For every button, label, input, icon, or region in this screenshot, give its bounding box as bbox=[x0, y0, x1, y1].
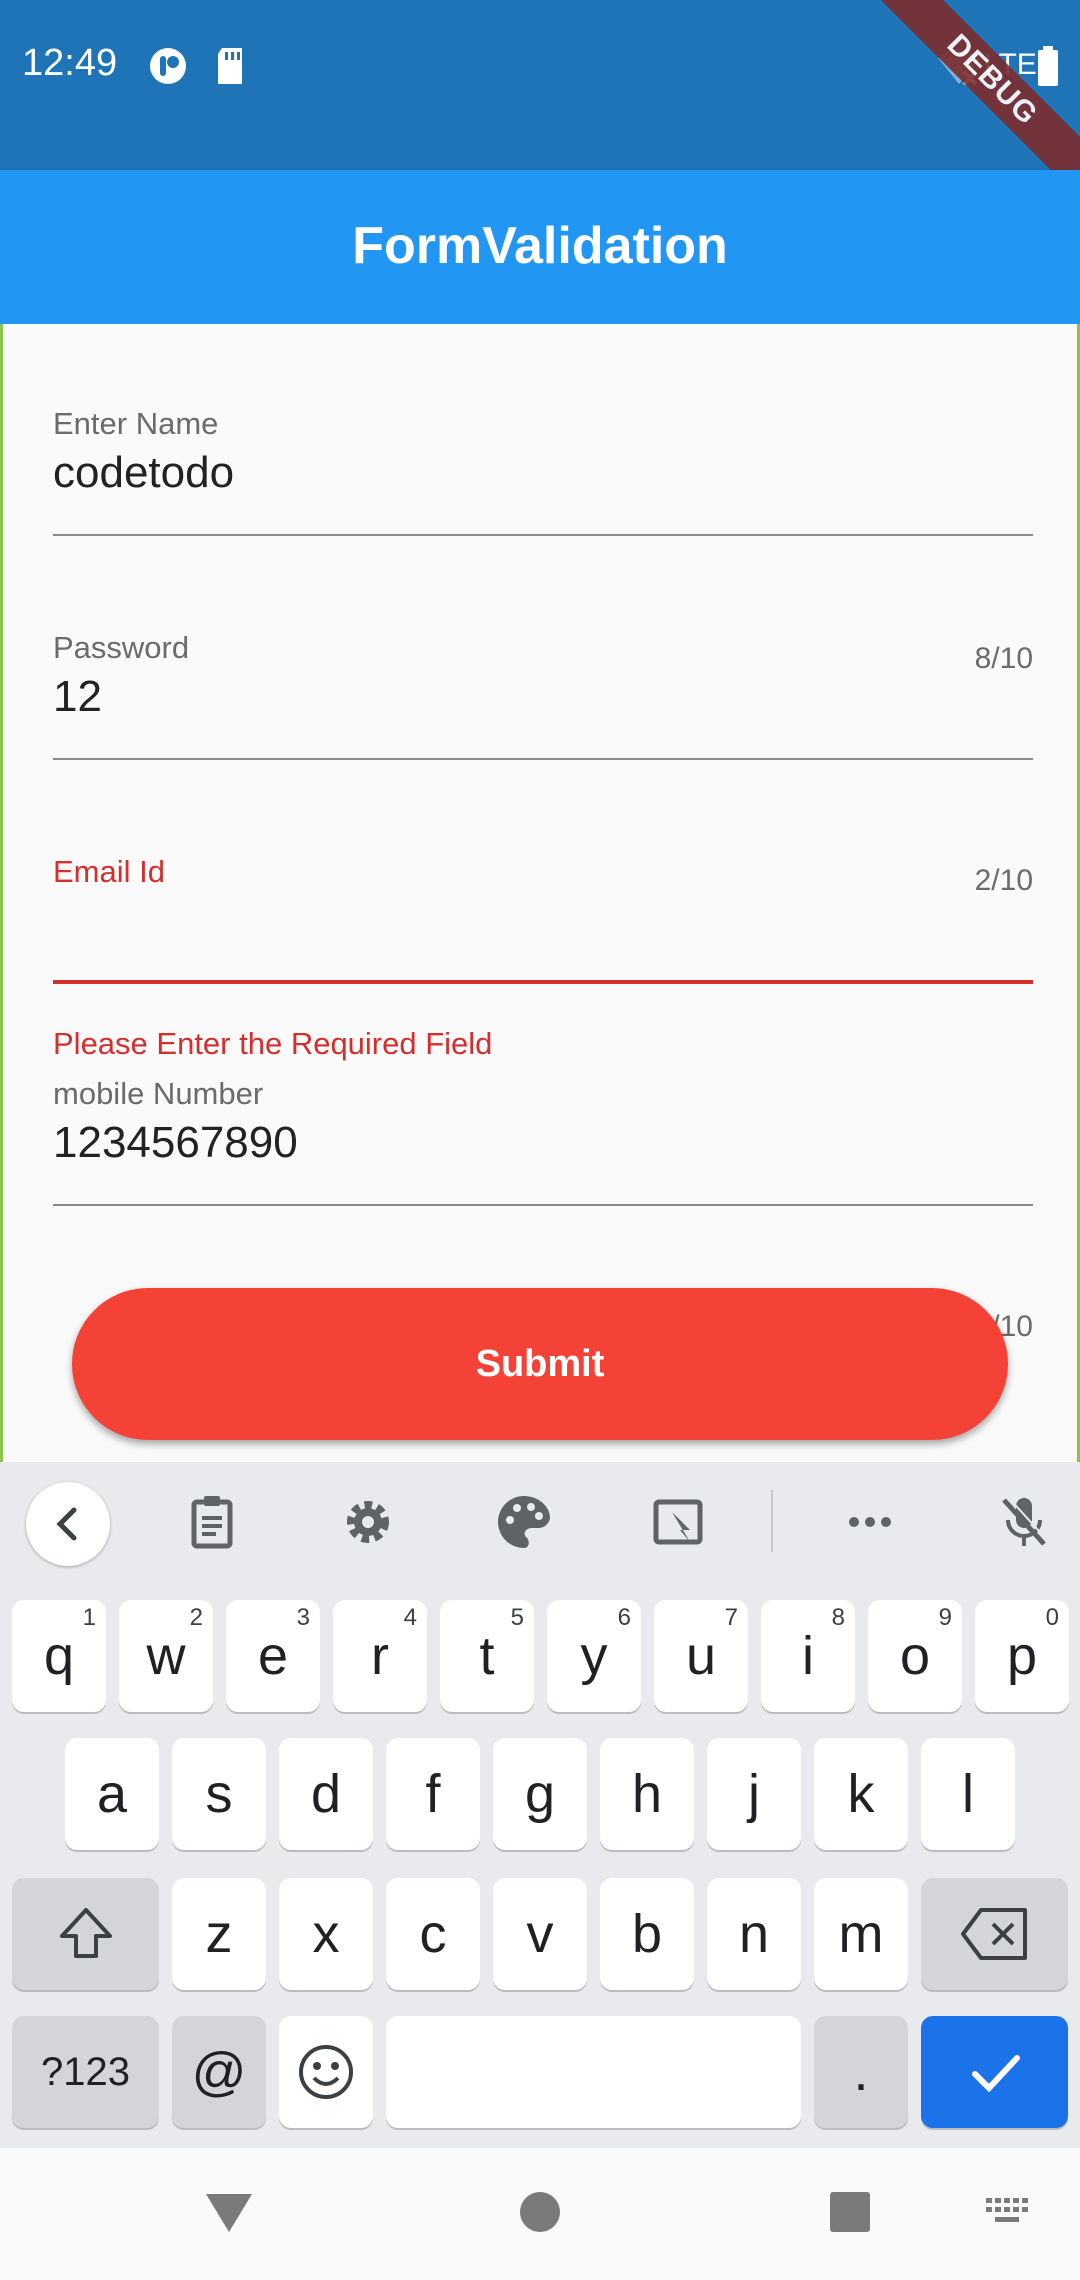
key-n[interactable]: n bbox=[707, 1878, 801, 1990]
backspace-key[interactable] bbox=[921, 1878, 1068, 1990]
floating-keyboard-icon[interactable] bbox=[646, 1490, 710, 1554]
mobile-field-label: mobile Number bbox=[53, 1076, 264, 1111]
key-a[interactable]: a bbox=[65, 1738, 159, 1850]
key-y[interactable]: y6 bbox=[547, 1600, 641, 1712]
key-k[interactable]: k bbox=[814, 1738, 908, 1850]
back-triangle-icon[interactable] bbox=[204, 2190, 254, 2234]
key-o[interactable]: o9 bbox=[868, 1600, 962, 1712]
sd-card-icon bbox=[218, 48, 242, 84]
settings-gear-icon[interactable] bbox=[336, 1490, 400, 1554]
period-key[interactable]: . bbox=[814, 2016, 908, 2128]
password-field-label: Password bbox=[53, 630, 190, 665]
home-circle-icon[interactable] bbox=[518, 2190, 562, 2234]
emoji-icon bbox=[299, 2045, 353, 2099]
key-s[interactable]: s bbox=[172, 1738, 266, 1850]
status-bar: 12:49 LTE DEBUG bbox=[0, 0, 1080, 202]
password-field-value[interactable]: 12 bbox=[53, 672, 1033, 724]
key-x[interactable]: x bbox=[279, 1878, 373, 1990]
key-l[interactable]: l bbox=[921, 1738, 1015, 1850]
recents-square-icon[interactable] bbox=[828, 2190, 872, 2234]
name-field-label: Enter Name bbox=[53, 406, 219, 441]
email-field-error: Please Enter the Required Field bbox=[53, 1026, 493, 1061]
emoji-key[interactable] bbox=[279, 2016, 373, 2128]
more-icon[interactable] bbox=[838, 1490, 902, 1554]
email-field-label: Email Id bbox=[53, 854, 165, 889]
symbols-key[interactable]: ?123 bbox=[12, 2016, 159, 2128]
done-key[interactable] bbox=[921, 2016, 1068, 2128]
key-e[interactable]: e3 bbox=[226, 1600, 320, 1712]
key-d[interactable]: d bbox=[279, 1738, 373, 1850]
email-field[interactable]: Email Id Please Enter the Required Field bbox=[53, 854, 1033, 1061]
app-title: FormValidation bbox=[352, 217, 728, 275]
email-field-underline bbox=[53, 980, 1033, 984]
shift-key[interactable] bbox=[12, 1878, 159, 1990]
at-key[interactable]: @ bbox=[172, 2016, 266, 2128]
app-bar: FormValidation bbox=[0, 170, 1080, 324]
key-g[interactable]: g bbox=[493, 1738, 587, 1850]
navigation-bar bbox=[0, 2148, 1080, 2280]
key-q[interactable]: q1 bbox=[12, 1600, 106, 1712]
mobile-field[interactable]: mobile Number 1234567890 10/10 bbox=[53, 1076, 1033, 1343]
key-i[interactable]: i8 bbox=[761, 1600, 855, 1712]
password-field-underline bbox=[53, 758, 1033, 760]
name-field[interactable]: Enter Name codetodo 8/10 bbox=[53, 406, 1033, 675]
status-time: 12:49 bbox=[22, 42, 118, 84]
app-notification-icon bbox=[150, 48, 186, 84]
key-w[interactable]: w2 bbox=[119, 1600, 213, 1712]
name-field-underline bbox=[53, 534, 1033, 536]
keyboard-switch-icon[interactable] bbox=[986, 2198, 1030, 2228]
toolbar-divider bbox=[771, 1490, 773, 1552]
mic-off-icon[interactable] bbox=[992, 1490, 1056, 1554]
battery-icon bbox=[1038, 46, 1058, 86]
key-h[interactable]: h bbox=[600, 1738, 694, 1850]
key-p[interactable]: p0 bbox=[975, 1600, 1069, 1712]
email-field-value[interactable] bbox=[53, 896, 1033, 948]
soft-keyboard: q1 w2 e3 r4 t5 y6 u7 i8 o9 p0 a s d f g … bbox=[0, 1462, 1080, 2148]
mobile-field-underline bbox=[53, 1204, 1033, 1206]
key-t[interactable]: t5 bbox=[440, 1600, 534, 1712]
password-field[interactable]: Password 12 2/10 bbox=[53, 630, 1033, 897]
mobile-field-value[interactable]: 1234567890 bbox=[53, 1118, 1033, 1170]
key-f[interactable]: f bbox=[386, 1738, 480, 1850]
palette-icon[interactable] bbox=[492, 1490, 556, 1554]
key-b[interactable]: b bbox=[600, 1878, 694, 1990]
backspace-icon bbox=[960, 1908, 1027, 1960]
back-chevron-icon[interactable] bbox=[26, 1482, 110, 1566]
name-field-value[interactable]: codetodo bbox=[53, 448, 1033, 500]
key-v[interactable]: v bbox=[493, 1878, 587, 1990]
space-bar[interactable] bbox=[386, 2016, 801, 2128]
key-m[interactable]: m bbox=[814, 1878, 908, 1990]
checkmark-icon bbox=[971, 2055, 1020, 2093]
key-j[interactable]: j bbox=[707, 1738, 801, 1850]
key-c[interactable]: c bbox=[386, 1878, 480, 1990]
clipboard-icon[interactable] bbox=[180, 1490, 244, 1554]
key-r[interactable]: r4 bbox=[333, 1600, 427, 1712]
key-z[interactable]: z bbox=[172, 1878, 266, 1990]
submit-button[interactable]: Submit bbox=[72, 1288, 1008, 1440]
keyboard-toolbar bbox=[0, 1462, 1080, 1582]
shift-arrow-icon bbox=[59, 1908, 112, 1958]
key-u[interactable]: u7 bbox=[654, 1600, 748, 1712]
